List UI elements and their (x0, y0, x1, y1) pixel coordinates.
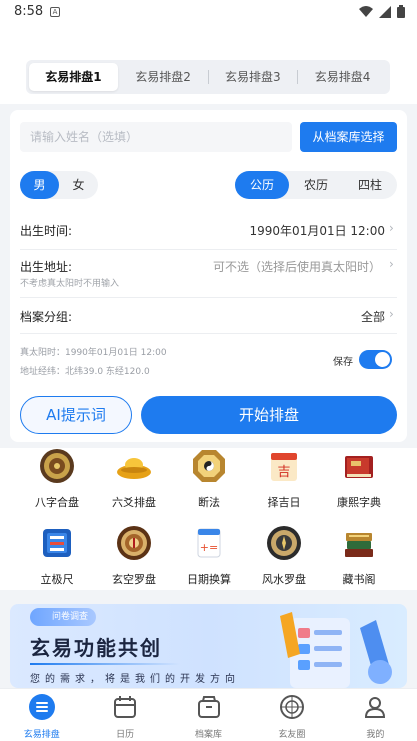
nav-label: 玄易排盘 (23, 730, 60, 740)
banner-subtitle: 您的需求，将是我们的开发方向 (30, 674, 240, 685)
archive-group-label: 档案分组: (20, 310, 73, 324)
status-icons (359, 5, 405, 18)
status-bar (0, 0, 417, 26)
feature-label: 藏书阁 (342, 573, 376, 586)
feature-xuankong-luopan[interactable]: 玄空罗盘 (93, 525, 175, 587)
select-from-archive-button[interactable]: 从档案库选择 (300, 122, 397, 152)
birth-place-value[interactable]: 可不选（选择后使用真太阳时） (213, 258, 381, 275)
survey-tag: 问卷调查 (30, 608, 97, 626)
row-divider (20, 249, 397, 250)
save-label: 保存 (333, 357, 353, 368)
paipan-tabs: 玄易排盘1 玄易排盘2 玄易排盘3 玄易排盘4 (26, 60, 390, 94)
feature-duanfa[interactable]: 断法 (168, 448, 250, 510)
archive-group-value[interactable]: 全部 (361, 308, 385, 325)
nav-label: 日历 (116, 730, 135, 740)
ruler-icon (43, 529, 71, 557)
feature-kangxi-dictionary[interactable]: 康熙字典 (318, 448, 400, 510)
feature-liuyao[interactable]: 六爻排盘 (93, 448, 175, 510)
save-toggle[interactable] (359, 350, 392, 369)
signal-icon (379, 5, 391, 18)
battery-icon (397, 5, 405, 18)
feature-label: 日期换算 (187, 573, 231, 586)
feature-zejiri[interactable]: 吉 择吉日 (243, 448, 325, 510)
chevron-right-icon: › (389, 221, 394, 235)
dictionary-book-icon (345, 456, 373, 478)
feature-label: 立极尺 (40, 573, 74, 586)
nav-label: 玄友圈 (278, 730, 306, 740)
date-convert-icon: += (197, 528, 221, 558)
feature-label: 风水罗盘 (262, 573, 306, 586)
feature-liji-ruler[interactable]: 立极尺 (16, 525, 98, 587)
gender-male-option[interactable]: 男 (20, 171, 59, 199)
gender-female-option[interactable]: 女 (59, 171, 98, 199)
calendar-type-selector: 公历 农历 四柱 (235, 171, 397, 199)
chevron-right-icon: › (389, 307, 394, 321)
row-divider (20, 333, 397, 334)
feature-label: 玄空罗盘 (112, 573, 156, 586)
row-divider (20, 297, 397, 298)
nav-item-archive[interactable]: 档案库 (167, 689, 250, 741)
birth-time-label: 出生时间: (20, 224, 73, 238)
nav-item-paipan[interactable]: 玄易排盘 (0, 689, 83, 741)
tab-paipan-1[interactable]: 玄易排盘1 (29, 63, 118, 91)
feature-bazi-hepan[interactable]: 八字合盘 (16, 448, 98, 510)
circle-community-icon (279, 695, 304, 719)
feature-label: 康熙字典 (337, 496, 381, 509)
nav-item-calendar[interactable]: 日历 (83, 689, 166, 741)
status-time: 8:58 (14, 4, 44, 19)
tab-paipan-4[interactable]: 玄易排盘4 (298, 63, 387, 91)
wifi-icon (359, 5, 373, 17)
feature-date-convert[interactable]: += 日期换算 (168, 525, 250, 587)
nav-label: 档案库 (195, 730, 223, 740)
name-input[interactable] (20, 122, 292, 152)
books-stack-icon (345, 533, 373, 557)
fengshui-compass-icon (267, 526, 301, 560)
gold-ingot-icon (117, 458, 151, 479)
feature-label: 择吉日 (267, 496, 301, 509)
banner-title: 玄易功能共创 (30, 636, 162, 660)
birth-time-value[interactable]: 1990年01月01日 12:00 (250, 222, 385, 239)
feature-label: 断法 (198, 496, 220, 509)
nav-item-community[interactable]: 玄友圈 (250, 689, 333, 741)
svg-text:吉: 吉 (277, 465, 290, 480)
archive-box-icon (197, 696, 220, 718)
birth-place-hint: 不考虑真太阳时不用输入 (20, 279, 120, 289)
birth-place-label: 出生地址: (20, 260, 73, 274)
calendar-solar-option[interactable]: 公历 (235, 171, 289, 199)
nav-label: 我的 (366, 730, 385, 740)
calendar-pillars-option[interactable]: 四柱 (343, 171, 397, 199)
banner-underline (30, 663, 180, 665)
calendar-lunar-option[interactable]: 农历 (289, 171, 343, 199)
feature-fengshui-luopan[interactable]: 风水罗盘 (243, 525, 325, 587)
ai-prompt-button[interactable]: AI提示词 (20, 396, 132, 434)
bagua-icon (193, 450, 225, 482)
tab-paipan-2[interactable]: 玄易排盘2 (119, 63, 208, 91)
calendar-icon (114, 696, 137, 718)
bottom-navigation: 玄易排盘 日历 档案库 玄友圈 我的 (0, 688, 417, 741)
bazi-compass-icon (40, 449, 74, 483)
luopan-icon (117, 526, 151, 560)
start-paipan-button[interactable]: 开始排盘 (141, 396, 397, 434)
feature-library[interactable]: 藏书阁 (318, 525, 400, 587)
calendar-ji-icon: 吉 (271, 453, 297, 481)
true-solar-time-text: 真太阳时：1990年01月01日 12:00 (20, 348, 167, 358)
svg-text:+=: += (200, 541, 218, 554)
chevron-right-icon: › (389, 257, 394, 271)
survey-illustration-icon (280, 612, 392, 688)
nav-item-mine[interactable]: 我的 (334, 689, 417, 741)
notification-icon: A (50, 7, 60, 17)
user-icon (365, 697, 386, 718)
feature-label: 六爻排盘 (112, 496, 156, 509)
tab-paipan-3[interactable]: 玄易排盘3 (209, 63, 298, 91)
coordinates-text: 地址经纬：北纬39.0 东经120.0 (20, 367, 150, 377)
gender-selector: 男 女 (20, 171, 98, 199)
feature-label: 八字合盘 (35, 496, 79, 509)
toggle-knob (375, 352, 390, 367)
paipan-icon (28, 694, 55, 720)
